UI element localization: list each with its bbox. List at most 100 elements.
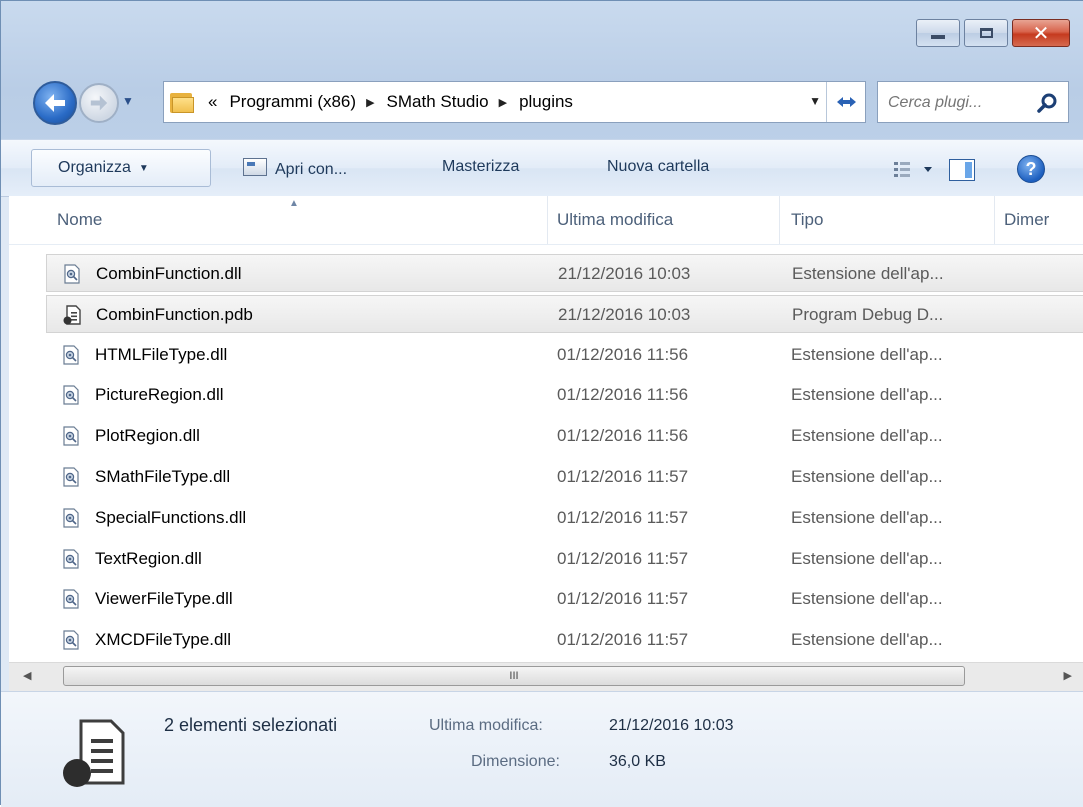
size-label: Dimensione: <box>471 753 560 770</box>
dll-icon <box>63 508 79 528</box>
file-row[interactable]: HTMLFileType.dll 01/12/2016 11:56 Estensio… <box>46 336 1083 374</box>
file-modified: 01/12/2016 11:57 <box>557 549 689 568</box>
file-modified: 01/12/2016 11:57 <box>557 508 689 527</box>
view-list-icon <box>894 162 932 177</box>
breadcrumb-item[interactable]: SMath Studio <box>387 92 489 112</box>
column-header-name[interactable]: Nome <box>57 210 102 230</box>
column-header-modified[interactable]: Ultima modifica <box>557 210 673 230</box>
search-box[interactable] <box>877 81 1069 123</box>
search-icon[interactable] <box>1036 91 1060 115</box>
breadcrumb-arrow-icon[interactable]: ▶ <box>499 96 507 109</box>
breadcrumb-item[interactable]: Programmi (x86) <box>229 92 356 112</box>
arrow-right-icon <box>90 95 108 111</box>
file-row[interactable]: ViewerFileType.dll 01/12/2016 11:57 Estens… <box>46 580 1083 618</box>
dll-icon <box>63 467 79 487</box>
horizontal-scrollbar[interactable]: ◀ III ▶ <box>9 662 1083 691</box>
file-row[interactable]: TextRegion.dll 01/12/2016 11:57 Estensione… <box>46 540 1083 578</box>
help-icon[interactable]: ? <box>1017 155 1045 183</box>
breadcrumb-overflow[interactable]: « <box>208 92 217 112</box>
open-with-icon <box>243 158 267 176</box>
file-type: Estensione dell'ap... <box>791 385 943 404</box>
address-dropdown-icon[interactable]: ▼ <box>809 94 821 108</box>
scrollbar-grip: III <box>509 670 519 682</box>
file-row[interactable]: PlotRegion.dll 01/12/2016 11:56 Estensione… <box>46 417 1083 455</box>
breadcrumb-item[interactable]: plugins <box>519 92 573 112</box>
change-view-button[interactable] <box>894 161 940 184</box>
refresh-icon <box>837 97 856 107</box>
modified-value: 21/12/2016 10:03 <box>609 717 734 734</box>
file-type: Estensione dell'ap... <box>791 467 943 486</box>
file-modified: 21/12/2016 10:03 <box>558 264 691 283</box>
address-bar[interactable]: « Programmi (x86) ▶ SMath Studio ▶ plugi… <box>163 81 866 123</box>
scroll-left-icon[interactable]: ◀ <box>23 669 31 682</box>
file-modified: 01/12/2016 11:56 <box>557 426 689 445</box>
file-row[interactable]: SMathFileType.dll 01/12/2016 11:57 Estensi… <box>46 458 1083 496</box>
file-type: Program Debug D... <box>792 305 944 324</box>
column-headers: Nome ▲ Ultima modifica Tipo Dimer <box>9 196 1083 245</box>
file-row[interactable]: CombinFunction.pdb 21/12/2016 10:03 Progra… <box>46 295 1083 333</box>
new-folder-button[interactable]: Nuova cartella <box>607 158 709 176</box>
file-type: Estensione dell'ap... <box>792 264 944 283</box>
file-details-icon <box>63 719 125 787</box>
file-type: Estensione dell'ap... <box>791 345 943 364</box>
file-modified: 21/12/2016 10:03 <box>558 305 691 324</box>
file-row[interactable]: SpecialFunctions.dll 01/12/2016 11:57 Este… <box>46 499 1083 537</box>
refresh-button[interactable] <box>826 82 865 122</box>
back-button[interactable] <box>33 81 77 125</box>
maximize-icon <box>979 28 993 38</box>
dll-icon <box>63 589 79 609</box>
preview-pane-icon[interactable] <box>949 159 975 181</box>
file-name: CombinFunction.dll <box>96 264 242 283</box>
file-name: TextRegion.dll <box>95 549 202 568</box>
modified-label: Ultima modifica: <box>429 717 543 734</box>
file-name: PictureRegion.dll <box>95 385 224 404</box>
minimize-icon <box>931 35 945 39</box>
organize-button[interactable]: Organizza ▼ <box>31 149 211 187</box>
file-modified: 01/12/2016 11:57 <box>557 467 689 486</box>
dll-icon <box>64 264 80 284</box>
explorer-window: ✕ ▼ « Programmi (x86) ▶ SMath Studio ▶ p… <box>0 0 1083 807</box>
file-type: Estensione dell'ap... <box>791 426 943 445</box>
file-row[interactable]: XMCDFileType.dll 01/12/2016 11:57 Estensio… <box>46 621 1083 659</box>
pdb-icon <box>63 305 81 325</box>
history-dropdown[interactable]: ▼ <box>122 94 134 108</box>
scroll-right-icon[interactable]: ▶ <box>1064 669 1072 682</box>
search-input[interactable] <box>886 91 1030 115</box>
file-name: HTMLFileType.dll <box>95 345 228 364</box>
arrow-left-icon <box>45 94 65 112</box>
file-type: Estensione dell'ap... <box>791 630 943 649</box>
scrollbar-thumb[interactable]: III <box>63 666 965 686</box>
minimize-button[interactable] <box>916 19 960 47</box>
file-modified: 01/12/2016 11:57 <box>557 589 689 608</box>
open-with-button[interactable]: Apri con... <box>243 158 347 179</box>
file-name: XMCDFileType.dll <box>95 630 232 649</box>
close-button[interactable]: ✕ <box>1012 19 1070 47</box>
sort-ascending-icon: ▲ <box>289 198 299 209</box>
file-name: CombinFunction.pdb <box>96 305 253 324</box>
file-row[interactable]: CombinFunction.dll 21/12/2016 10:03 Estens… <box>46 254 1083 292</box>
selection-count: 2 elementi selezionati <box>164 715 338 735</box>
file-name: SpecialFunctions.dll <box>95 508 247 527</box>
size-value: 36,0 KB <box>609 753 666 770</box>
dll-icon <box>63 630 79 650</box>
column-header-type[interactable]: Tipo <box>791 210 823 230</box>
file-list[interactable]: Nome ▲ Ultima modifica Tipo Dimer Combin… <box>9 196 1083 662</box>
burn-button[interactable]: Masterizza <box>442 158 519 176</box>
dll-icon <box>63 345 79 365</box>
breadcrumb-arrow-icon[interactable]: ▶ <box>366 96 374 109</box>
file-type: Estensione dell'ap... <box>791 549 943 568</box>
file-name: SMathFileType.dll <box>95 467 231 486</box>
column-header-size[interactable]: Dimer <box>1004 210 1049 230</box>
forward-button[interactable] <box>79 83 119 123</box>
file-modified: 01/12/2016 11:56 <box>557 345 689 364</box>
maximize-button[interactable] <box>964 19 1008 47</box>
file-modified: 01/12/2016 11:56 <box>557 385 689 404</box>
dll-icon <box>63 385 79 405</box>
folder-icon <box>170 91 196 113</box>
chevron-down-icon: ▼ <box>138 162 149 174</box>
chevron-down-icon: ▼ <box>122 94 134 108</box>
file-row[interactable]: PictureRegion.dll 01/12/2016 11:56 Estensi… <box>46 376 1083 414</box>
file-name: ViewerFileType.dll <box>95 589 233 608</box>
file-name: PlotRegion.dll <box>95 426 200 445</box>
close-icon: ✕ <box>1032 21 1050 45</box>
